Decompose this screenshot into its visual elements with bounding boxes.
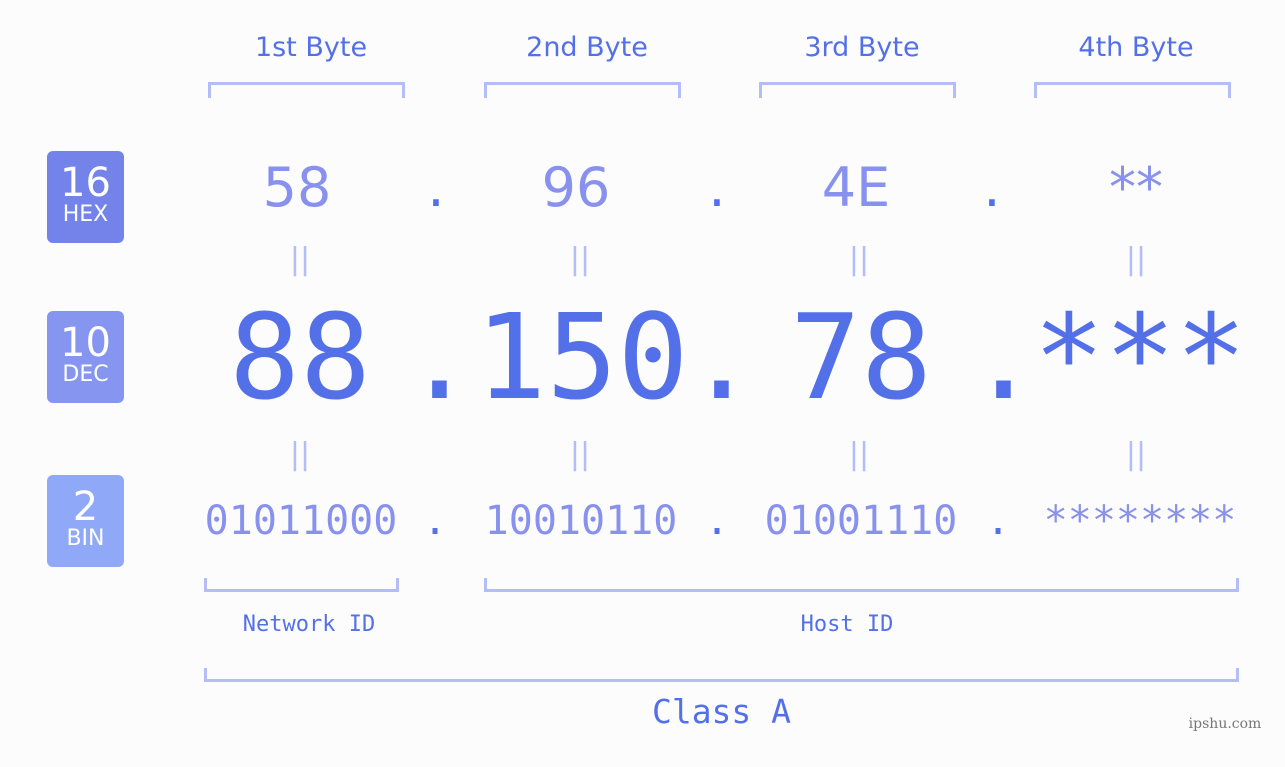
network-id-label: Network ID bbox=[242, 612, 376, 637]
equals-hex-dec-1: || bbox=[289, 242, 311, 277]
byte-bracket-1 bbox=[208, 82, 405, 98]
class-bracket bbox=[204, 668, 1239, 682]
bin-badge-number: 2 bbox=[72, 484, 99, 530]
byte-bracket-2 bbox=[484, 82, 681, 98]
hex-separator-2: . bbox=[708, 156, 726, 219]
host-id-label: Host ID bbox=[800, 612, 894, 637]
equals-hex-dec-2: || bbox=[569, 242, 591, 277]
bin-separator-1: . bbox=[422, 498, 448, 544]
dec-byte-3: 78 bbox=[789, 288, 933, 426]
bin-byte-3: 01001110 bbox=[764, 498, 958, 544]
dec-byte-4: *** bbox=[1033, 288, 1247, 426]
bin-byte-1: 01011000 bbox=[204, 498, 398, 544]
class-label: Class A bbox=[651, 692, 792, 731]
watermark: ipshu.com bbox=[1188, 716, 1262, 732]
dec-byte-2: 150 bbox=[475, 288, 689, 426]
bin-byte-2: 10010110 bbox=[484, 498, 678, 544]
byte-bracket-4 bbox=[1034, 82, 1231, 98]
dec-badge-label: DEC bbox=[62, 362, 109, 387]
equals-dec-bin-2: || bbox=[569, 437, 591, 472]
byte-label-1: 1st Byte bbox=[254, 32, 368, 63]
byte-bracket-3 bbox=[759, 82, 956, 98]
dec-byte-1: 88 bbox=[228, 288, 372, 426]
hex-badge-number: 16 bbox=[60, 160, 111, 206]
bin-badge: 2 BIN bbox=[47, 475, 124, 567]
hex-byte-2: 96 bbox=[541, 156, 611, 219]
dec-badge-number: 10 bbox=[60, 320, 111, 366]
hex-separator-3: . bbox=[983, 156, 1001, 219]
equals-dec-bin-1: || bbox=[289, 437, 311, 472]
byte-label-4: 4th Byte bbox=[1078, 32, 1194, 63]
byte-label-2: 2nd Byte bbox=[526, 32, 648, 63]
equals-dec-bin-3: || bbox=[848, 437, 870, 472]
equals-hex-dec-3: || bbox=[848, 242, 870, 277]
equals-dec-bin-4: || bbox=[1125, 437, 1147, 472]
hex-badge: 16 HEX bbox=[47, 151, 124, 243]
dec-badge: 10 DEC bbox=[47, 311, 124, 403]
bin-separator-2: . bbox=[704, 498, 730, 544]
hex-byte-4: ** bbox=[1109, 156, 1163, 219]
equals-hex-dec-4: || bbox=[1125, 242, 1147, 277]
hex-byte-3: 4E bbox=[821, 156, 891, 219]
bin-byte-4: ******** bbox=[1043, 498, 1237, 544]
bin-badge-label: BIN bbox=[66, 526, 105, 551]
hex-byte-1: 58 bbox=[262, 156, 332, 219]
network-id-bracket bbox=[204, 578, 399, 592]
hex-separator-1: . bbox=[427, 156, 445, 219]
hex-badge-label: HEX bbox=[62, 202, 109, 227]
byte-label-3: 3rd Byte bbox=[804, 32, 920, 63]
host-id-bracket bbox=[484, 578, 1239, 592]
bin-separator-3: . bbox=[985, 498, 1011, 544]
